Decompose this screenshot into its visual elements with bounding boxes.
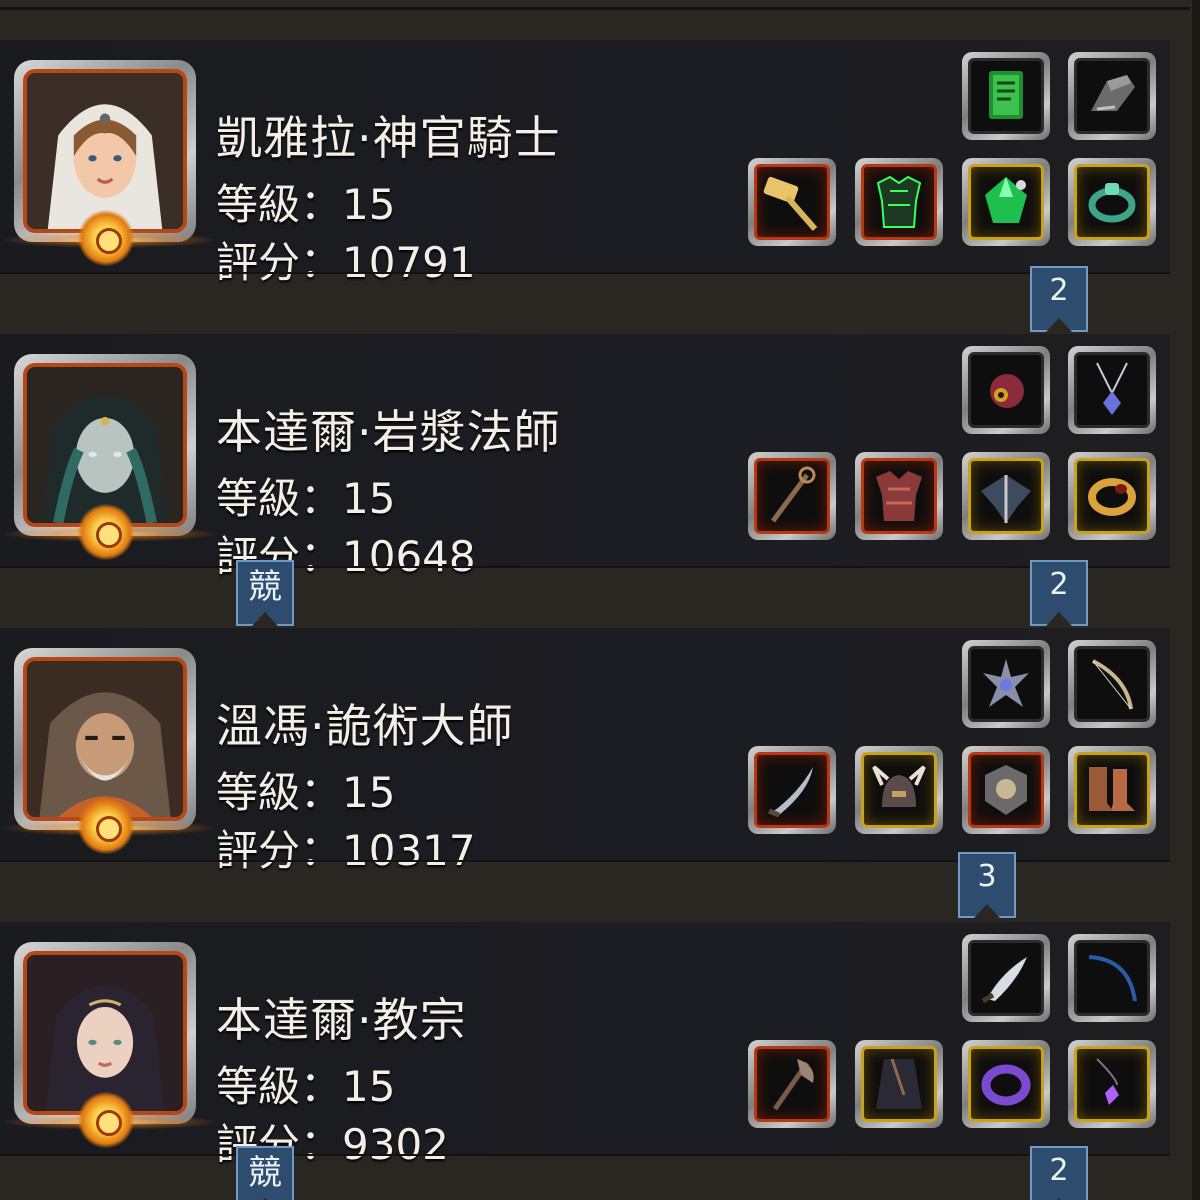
- blue-whip-icon: [1074, 940, 1150, 1016]
- green-spellbook-icon: [968, 58, 1044, 134]
- rank-badge-label: 2: [1049, 1153, 1069, 1188]
- equipment-slot[interactable]: [962, 746, 1050, 834]
- equipment-slot[interactable]: [855, 452, 943, 540]
- equipment-slot[interactable]: [855, 158, 943, 246]
- hooded-pope-portrait: [23, 951, 187, 1115]
- golden-hammer-icon: [754, 164, 830, 240]
- arena-badge-label: 競: [248, 1153, 282, 1193]
- character-level: 等級：15: [216, 1062, 396, 1111]
- character-score: 評分：10317: [216, 826, 476, 875]
- equipment-slot[interactable]: [748, 1040, 836, 1128]
- pauldron-icon: [968, 458, 1044, 534]
- shield-talisman-icon: [968, 752, 1044, 828]
- arena-badge: 競: [236, 560, 294, 626]
- equipment-slot[interactable]: [1068, 452, 1156, 540]
- rank-badge: 2: [1030, 266, 1088, 332]
- bow-icon: [1074, 646, 1150, 722]
- red-orb-icon: [968, 352, 1044, 428]
- character-name: 本達爾·教宗: [216, 993, 467, 1047]
- rank-medal-icon: [78, 210, 134, 266]
- character-card[interactable]: 溫馮·詭術大師 等級：15 評分：10317: [0, 628, 1170, 875]
- bearded-hooded-rogue-portrait: [23, 657, 187, 821]
- leather-boots-icon: [1074, 752, 1150, 828]
- equipment-slot[interactable]: [962, 640, 1050, 728]
- arena-badge-label: 競: [248, 567, 282, 607]
- equipment-slot[interactable]: [962, 158, 1050, 246]
- rank-badge: 3: [958, 852, 1016, 918]
- character-level: 等級：15: [216, 474, 396, 523]
- violet-pendant-icon: [1074, 1046, 1150, 1122]
- jade-ring-icon: [1074, 164, 1150, 240]
- gauntlet-icon: [1074, 58, 1150, 134]
- top-divider: [0, 0, 1190, 10]
- equipment-slot[interactable]: [748, 158, 836, 246]
- knife-icon: [968, 940, 1044, 1016]
- staff-icon: [754, 458, 830, 534]
- war-axe-icon: [754, 1046, 830, 1122]
- gold-ring-icon: [1074, 458, 1150, 534]
- equipment-slot[interactable]: [962, 52, 1050, 140]
- emerald-gem-icon: [968, 164, 1044, 240]
- equipment-slot[interactable]: [1068, 746, 1156, 834]
- equipment-slot[interactable]: [1068, 158, 1156, 246]
- equipment-slot[interactable]: [962, 452, 1050, 540]
- character-name: 凱雅拉·神官騎士: [216, 111, 561, 165]
- character-card[interactable]: 本達爾·教宗 等級：15 評分：9302: [0, 922, 1170, 1169]
- equipment-slot[interactable]: [1068, 640, 1156, 728]
- rank-medal-icon: [78, 504, 134, 560]
- rank-medal-icon: [78, 798, 134, 854]
- character-name: 溫馮·詭術大師: [216, 699, 514, 753]
- character-level: 等級：15: [216, 768, 396, 817]
- female-priest-knight-portrait: [23, 69, 187, 233]
- equipment-slot[interactable]: [1068, 1040, 1156, 1128]
- curved-dagger-icon: [754, 752, 830, 828]
- rank-badge-label: 3: [977, 859, 997, 894]
- green-armor-icon: [861, 164, 937, 240]
- character-score: 評分：10791: [216, 238, 476, 287]
- rank-badge: 2: [1030, 1146, 1088, 1200]
- character-card[interactable]: 本達爾·岩漿法師 等級：15 評分：10648: [0, 334, 1170, 581]
- right-edge: [1192, 0, 1200, 1200]
- star-emblem-icon: [968, 646, 1044, 722]
- arena-badge: 競: [236, 1146, 294, 1200]
- equipment-slot[interactable]: [962, 346, 1050, 434]
- equipment-slot[interactable]: [748, 746, 836, 834]
- purple-bracelet-icon: [968, 1046, 1044, 1122]
- equipment-slot[interactable]: [962, 934, 1050, 1022]
- blue-amulet-icon: [1074, 352, 1150, 428]
- dark-cloak-icon: [861, 1046, 937, 1122]
- hooded-mage-portrait: [23, 363, 187, 527]
- red-plate-armor-icon: [861, 458, 937, 534]
- equipment-slot[interactable]: [1068, 934, 1156, 1022]
- rank-badge-label: 2: [1049, 273, 1069, 308]
- rank-badge-label: 2: [1049, 567, 1069, 602]
- equipment-slot[interactable]: [962, 1040, 1050, 1128]
- equipment-slot[interactable]: [855, 1040, 943, 1128]
- equipment-slot[interactable]: [855, 746, 943, 834]
- horned-helmet-icon: [861, 752, 937, 828]
- character-name: 本達爾·岩漿法師: [216, 405, 561, 459]
- equipment-slot[interactable]: [1068, 346, 1156, 434]
- character-level: 等級：15: [216, 180, 396, 229]
- character-card[interactable]: 凱雅拉·神官騎士 等級：15 評分：10791: [0, 40, 1170, 287]
- equipment-slot[interactable]: [1068, 52, 1156, 140]
- rank-medal-icon: [78, 1092, 134, 1148]
- equipment-slot[interactable]: [748, 452, 836, 540]
- rank-badge: 2: [1030, 560, 1088, 626]
